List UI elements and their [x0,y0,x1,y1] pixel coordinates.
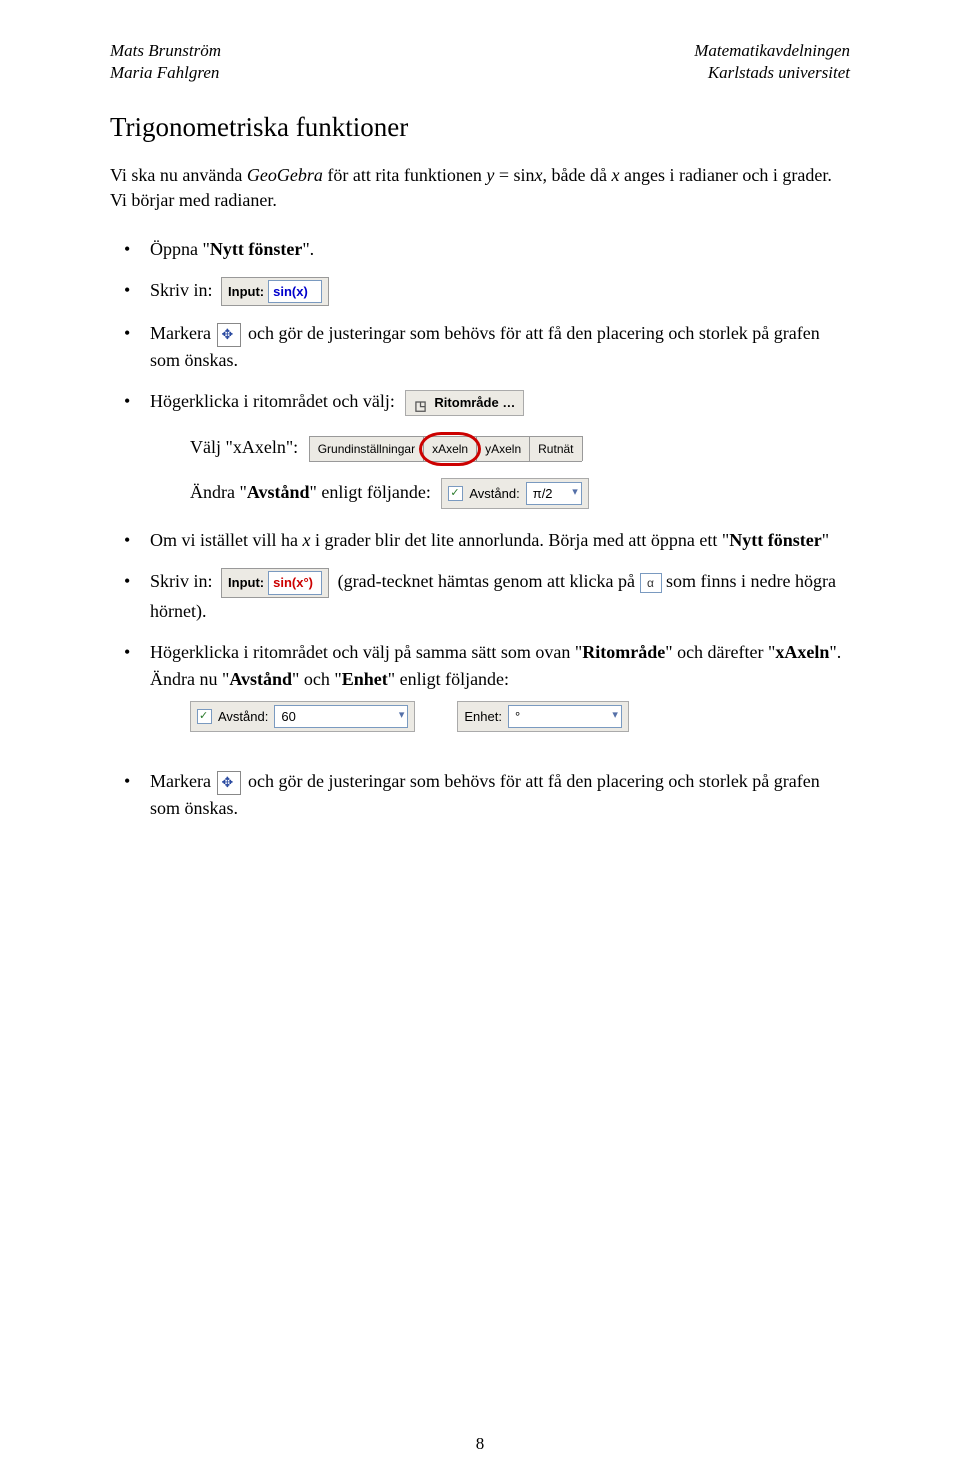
input-label2: Input: [228,573,264,593]
b1c: ". [302,239,314,259]
tab-yaxeln[interactable]: yAxeln [476,436,530,461]
author1: Mats Brunström [110,40,221,62]
intro-paragraph: Vi ska nu använda GeoGebra för att rita … [110,163,850,213]
b4-label: Högerklicka i ritområdet och välj: [150,391,395,411]
eq-eq: = sin [494,165,534,185]
b7e: " enligt följande: [388,669,509,689]
header-left: Mats Brunström Maria Fahlgren [110,40,221,84]
avstand-checkbox[interactable] [448,486,463,501]
b3b: och gör de justeringar som behövs för at… [150,323,820,370]
b5a: Om vi istället vill ha [150,530,302,550]
intro-lead: Vi ska nu använda [110,165,247,185]
bullet-rightclick-again: Högerklicka i ritområdet och välj på sam… [110,639,850,733]
bullet-list: Öppna "Nytt fönster". Skriv in: Input: s… [110,236,850,823]
b5bold: Nytt fönster [729,530,821,550]
enhet-select[interactable]: ° [508,705,622,729]
enhet-label: Enhet: [464,707,502,727]
input-sinxdeg-screenshot: Input: sin(x°) [221,568,329,598]
bullet-adjust-graph: Markera och gör de justeringar som behöv… [110,320,850,374]
b4s2b: Avstånd [247,482,310,502]
bullet-open-window: Öppna "Nytt fönster". [110,236,850,263]
tabs-screenshot: Grundinställningar xAxeln yAxeln Rutnät [309,436,582,462]
eq-x: x [535,165,543,185]
input-field[interactable]: sin(x) [268,280,322,304]
b3a: Markera [150,323,215,343]
b4s2a: Ändra " [190,482,247,502]
b6a: Skriv in: [150,571,217,591]
enhet-deg-screenshot: Enhet: ° [457,701,629,733]
b8a: Markera [150,771,215,791]
avstand-select2[interactable]: 60 [274,705,408,729]
tab-grund[interactable]: Grundinställningar [309,436,424,461]
sinx-text: sin(x) [273,284,308,299]
bullet-degrees-intro: Om vi istället vill ha x i grader blir d… [110,527,850,554]
sub-change-avstand: Ändra "Avstånd" enligt följande: Avstånd… [190,478,850,510]
b2-label: Skriv in: [150,280,213,300]
b5c: " [822,530,829,550]
input-label: Input: [228,282,264,302]
move-icon[interactable] [217,323,241,347]
geogebra-name: GeoGebra [247,165,323,185]
move-icon-2[interactable] [217,771,241,795]
sub-choose-xaxeln: Välj "xAxeln": Grundinställningar xAxeln… [190,434,850,462]
bullet-type-sinx: Skriv in: Input: sin(x) [110,277,850,307]
page-number: 8 [0,1434,960,1454]
b7b3: Avstånd [229,669,292,689]
tab-rutnat[interactable]: Rutnät [529,436,582,461]
b7b2: xAxeln [775,642,829,662]
b7b1: Ritområde [582,642,665,662]
sinxdeg-text: sin(x°) [273,575,313,590]
b8b: och gör de justeringar som behövs för at… [150,771,820,818]
alpha-icon[interactable]: α [640,573,662,593]
intro-mid2: , både då [543,165,612,185]
avstand-select[interactable]: π/2 [526,482,582,506]
ritomrade-icon [414,396,428,410]
page: Mats Brunström Maria Fahlgren Matematika… [0,0,960,1484]
avstand-pi2-screenshot: Avstånd: π/2 [441,478,588,510]
ritomrade-label: Ritområde … [434,393,515,413]
page-title: Trigonometriska funktioner [110,112,850,143]
avstand-label: Avstånd: [469,484,519,504]
bullet-type-sinxdeg: Skriv in: Input: sin(x°) (grad-tecknet h… [110,568,850,625]
header: Mats Brunström Maria Fahlgren Matematika… [110,40,850,84]
avstand-60-screenshot: Avstånd: 60 [190,701,415,733]
b6b: (grad-tecknet hämtas genom att klicka på [338,571,640,591]
b7b: " och därefter " [665,642,775,662]
university: Karlstads universitet [694,62,850,84]
bullet-rightclick-ritomrade: Högerklicka i ritområdet och välj: Ritom… [110,388,850,509]
b7a: Högerklicka i ritområdet och välj på sam… [150,642,582,662]
b7d: " och " [292,669,342,689]
ritomrade-menu-item[interactable]: Ritområde … [405,390,524,416]
avstand-checkbox2[interactable] [197,709,212,724]
avstand-enhet-row: Avstånd: 60 Enhet: ° [190,701,850,733]
author2: Maria Fahlgren [110,62,221,84]
avstand-label2: Avstånd: [218,707,268,727]
b7b4: Enhet [342,669,388,689]
input-field2[interactable]: sin(x°) [268,571,322,595]
intro-mid: för att rita funktionen [323,165,486,185]
b1b: Nytt fönster [210,239,302,259]
header-right: Matematikavdelningen Karlstads universit… [694,40,850,84]
b1a: Öppna " [150,239,210,259]
bullet-adjust-graph-2: Markera och gör de justeringar som behöv… [110,768,850,822]
b5b: i grader blir det lite annorlunda. Börja… [310,530,729,550]
tab-xaxeln[interactable]: xAxeln [423,436,477,461]
input-sinx-screenshot: Input: sin(x) [221,277,329,307]
department: Matematikavdelningen [694,40,850,62]
b4s2c: " enligt följande: [310,482,431,502]
b4s1-label: Välj "xAxeln": [190,437,298,457]
